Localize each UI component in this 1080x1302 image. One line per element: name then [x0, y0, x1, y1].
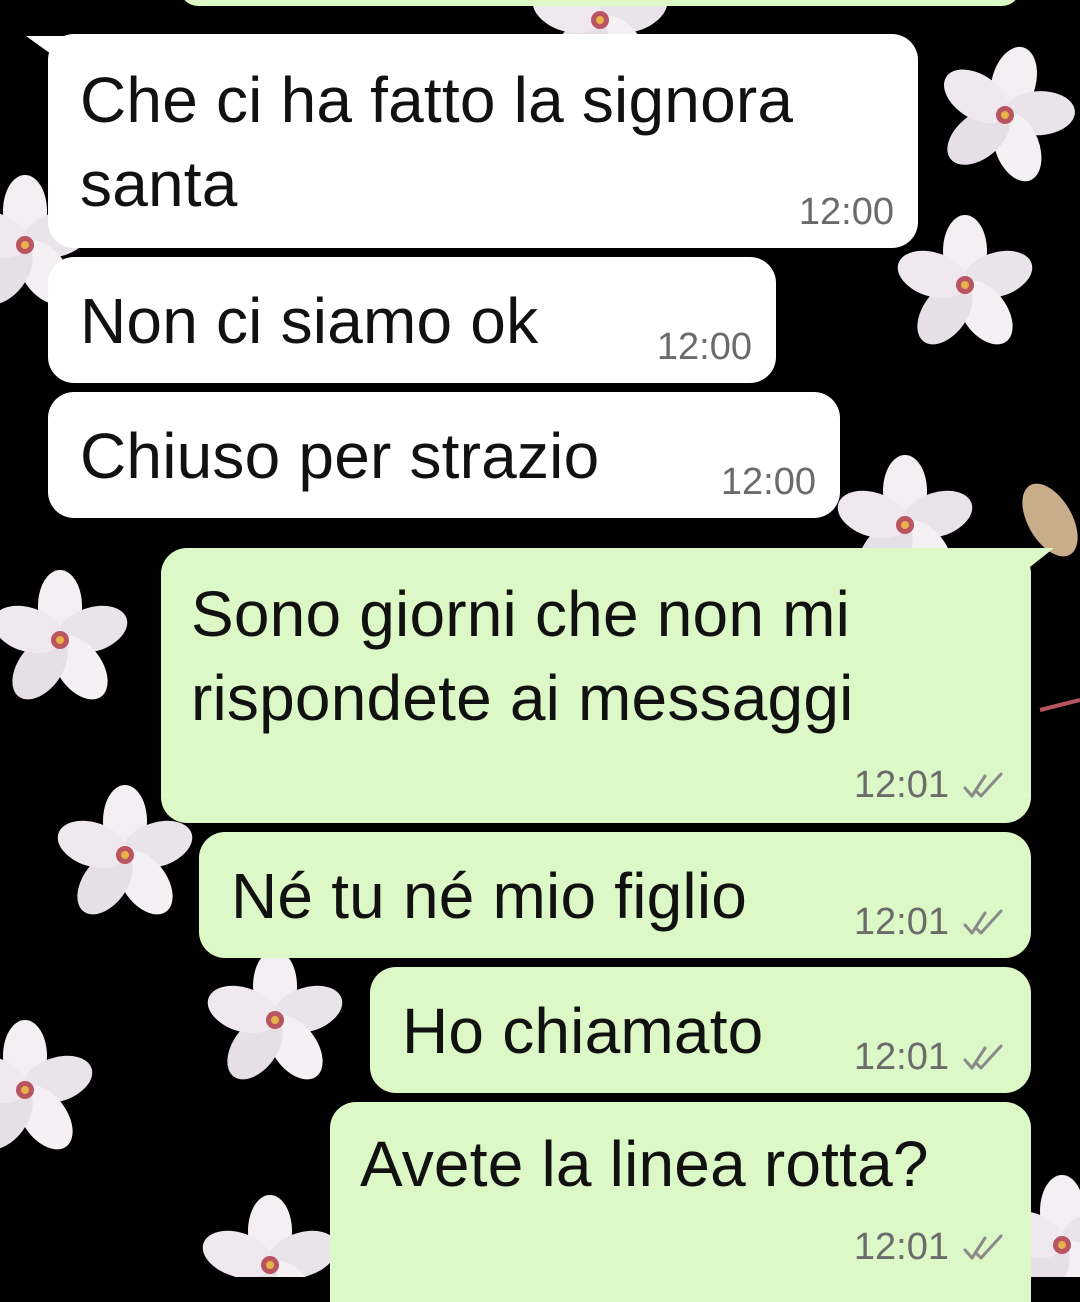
message-timestamp: 12:01 [853, 1226, 949, 1268]
message-bubble-incoming[interactable]: Non ci siamo ok 12:00 [48, 257, 776, 383]
message-text: Avete la linea rotta? [360, 1128, 929, 1200]
message-meta: 12:01 [854, 764, 1003, 807]
message-bubble-previous-partial[interactable] [180, 0, 1020, 6]
message-bubble-outgoing[interactable]: Avete la linea rotta? 12:01 [330, 1102, 1031, 1302]
message-timestamp: 12:01 [853, 1036, 949, 1078]
message-timestamp: 12:00 [798, 191, 894, 233]
message-bubble-outgoing[interactable]: Ho chiamato 12:01 [370, 967, 1031, 1093]
double-check-icon [963, 909, 1003, 934]
message-text: Sono giorni che non mi rispondete ai mes… [191, 578, 854, 734]
message-text: Ho chiamato [402, 995, 764, 1067]
message-timestamp: 12:00 [656, 326, 752, 368]
message-text: Non ci siamo ok [80, 285, 539, 357]
message-bubble-outgoing[interactable]: Sono giorni che non mi rispondete ai mes… [161, 548, 1031, 823]
message-bubble-outgoing[interactable]: Né tu né mio figlio 12:01 [199, 832, 1031, 958]
message-meta: 12:00 [799, 191, 894, 234]
message-text: Né tu né mio figlio [231, 860, 748, 932]
message-timestamp: 12:01 [853, 901, 949, 943]
message-timestamp: 12:00 [720, 461, 816, 503]
double-check-icon [963, 772, 1003, 797]
message-timestamp: 12:01 [853, 764, 949, 806]
message-meta: 12:01 [854, 1036, 1003, 1079]
message-text: Che ci ha fatto la signora santa [80, 64, 794, 220]
message-meta: 12:00 [657, 326, 752, 369]
message-meta: 12:01 [854, 901, 1003, 944]
message-bubble-incoming[interactable]: Che ci ha fatto la signora santa 12:00 [48, 34, 918, 248]
double-check-icon [963, 1044, 1003, 1069]
double-check-icon [963, 1234, 1003, 1259]
message-text: Chiuso per strazio [80, 420, 600, 492]
message-bubble-incoming[interactable]: Chiuso per strazio 12:00 [48, 392, 840, 518]
message-meta: 12:01 [854, 1226, 1003, 1269]
message-meta: 12:00 [721, 461, 816, 504]
